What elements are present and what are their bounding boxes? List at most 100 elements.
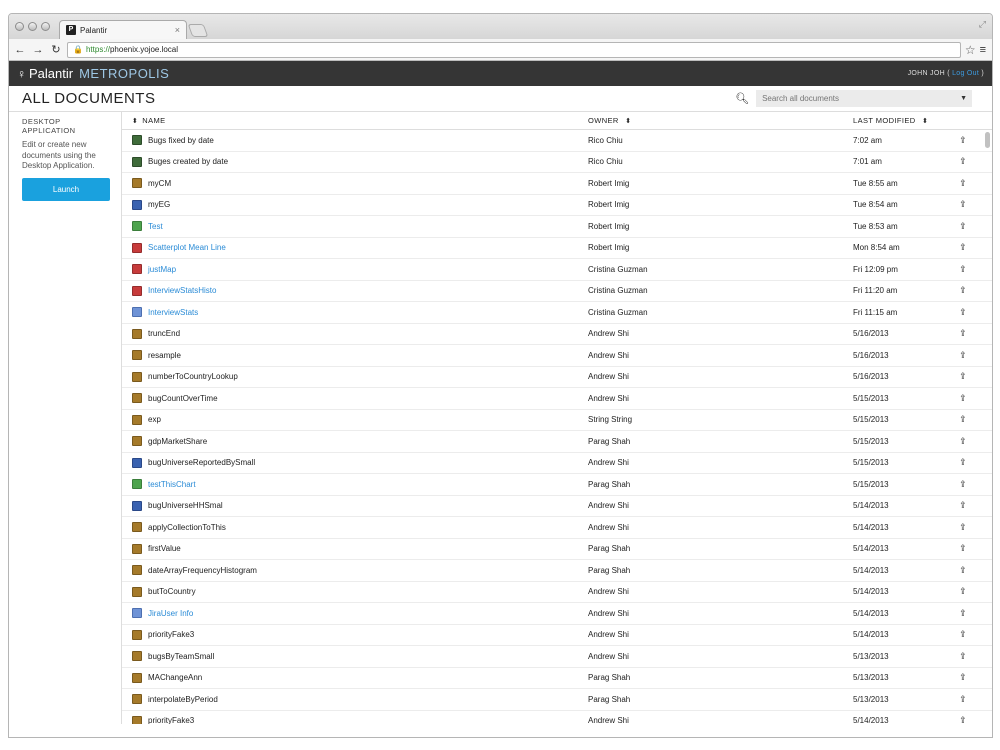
document-name-cell[interactable]: myEG	[122, 199, 588, 210]
share-icon[interactable]: ⇪	[959, 651, 967, 661]
share-icon[interactable]: ⇪	[959, 522, 967, 532]
share-icon[interactable]: ⇪	[959, 608, 967, 618]
share-icon[interactable]: ⇪	[959, 436, 967, 446]
share-icon[interactable]: ⇪	[959, 156, 967, 166]
document-name[interactable]: Buges created by date	[148, 157, 228, 166]
table-row[interactable]: Scatterplot Mean Line Robert Imig Mon 8:54…	[122, 238, 992, 259]
document-name[interactable]: myEG	[148, 200, 170, 209]
table-row[interactable]: bugUniverseHHSmal Andrew Shi 5/14/2013 ⇪	[122, 496, 992, 517]
document-name-cell[interactable]: truncEnd	[122, 328, 588, 339]
bookmark-star-icon[interactable]: ☆	[965, 43, 976, 57]
minimize-window-icon[interactable]	[28, 22, 37, 31]
share-icon[interactable]: ⇪	[959, 393, 967, 403]
header-last-modified[interactable]: LAST MODIFIED ⬍	[853, 116, 948, 125]
share-icon[interactable]: ⇪	[959, 371, 967, 381]
table-row[interactable]: testThisChart Parag Shah 5/15/2013 ⇪	[122, 474, 992, 496]
close-window-icon[interactable]	[15, 22, 24, 31]
share-icon[interactable]: ⇪	[959, 350, 967, 360]
search-dropdown-caret-icon[interactable]: ▼	[960, 95, 967, 102]
document-name[interactable]: firstValue	[148, 544, 181, 553]
document-name-cell[interactable]: Bugs fixed by date	[122, 135, 588, 146]
table-row[interactable]: applyCollectionToThis Andrew Shi 5/14/2013…	[122, 517, 992, 539]
document-name[interactable]: InterviewStatsHisto	[148, 286, 216, 295]
document-name[interactable]: MAChangeAnn	[148, 673, 202, 682]
document-name[interactable]: bugsByTeamSmall	[148, 652, 214, 661]
share-icon[interactable]: ⇪	[959, 307, 967, 317]
table-row[interactable]: JiraUser Info Andrew Shi 5/14/2013 ⇪	[122, 603, 992, 625]
document-name[interactable]: priorityFake3	[148, 716, 194, 724]
document-name[interactable]: priorityFake3	[148, 630, 194, 639]
browser-menu-icon[interactable]: ≡	[980, 44, 986, 56]
share-icon[interactable]: ⇪	[959, 221, 967, 231]
back-arrow-icon[interactable]: ←	[13, 44, 27, 56]
document-name-cell[interactable]: Test	[122, 221, 588, 232]
table-row[interactable]: justMap Cristina Guzman Fri 12:09 pm ⇪	[122, 259, 992, 281]
brand[interactable]: ♀ Palantir METROPOLIS	[17, 66, 169, 81]
document-name-cell[interactable]: priorityFake3	[122, 715, 588, 724]
document-name[interactable]: JiraUser Info	[148, 609, 193, 618]
document-name[interactable]: testThisChart	[148, 480, 196, 489]
table-row[interactable]: bugsByTeamSmall Andrew Shi 5/13/2013 ⇪	[122, 646, 992, 668]
table-row[interactable]: Test Robert Imig Tue 8:53 am ⇪	[122, 216, 992, 238]
document-name[interactable]: interpolateByPeriod	[148, 695, 218, 704]
table-row[interactable]: resample Andrew Shi 5/16/2013 ⇪	[122, 345, 992, 367]
document-name[interactable]: Test	[148, 222, 163, 231]
table-row[interactable]: truncEnd Andrew Shi 5/16/2013 ⇪	[122, 324, 992, 345]
document-name-cell[interactable]: bugsByTeamSmall	[122, 651, 588, 662]
maximize-window-icon[interactable]	[41, 22, 50, 31]
document-name[interactable]: bugCountOverTime	[148, 394, 218, 403]
document-name-cell[interactable]: resample	[122, 350, 588, 361]
share-icon[interactable]: ⇪	[959, 285, 967, 295]
table-row[interactable]: myEG Robert Imig Tue 8:54 am ⇪	[122, 195, 992, 216]
share-icon[interactable]: ⇪	[959, 694, 967, 704]
document-name-cell[interactable]: myCM	[122, 178, 588, 189]
document-name[interactable]: resample	[148, 351, 181, 360]
document-name[interactable]: bugUniverseHHSmal	[148, 501, 223, 510]
share-icon[interactable]: ⇪	[959, 199, 967, 209]
address-bar[interactable]: 🔒 https:// phoenix.yojoe.local	[67, 41, 961, 58]
table-row[interactable]: InterviewStatsHisto Cristina Guzman Fri 11…	[122, 281, 992, 302]
share-icon[interactable]: ⇪	[959, 629, 967, 639]
logout-link[interactable]: Log Out	[952, 70, 979, 77]
document-name-cell[interactable]: gdpMarketShare	[122, 436, 588, 447]
fullscreen-icon[interactable]: ⤢	[979, 19, 986, 30]
share-icon[interactable]: ⇪	[959, 135, 967, 145]
document-name-cell[interactable]: JiraUser Info	[122, 608, 588, 619]
share-icon[interactable]: ⇪	[959, 414, 967, 424]
document-name-cell[interactable]: applyCollectionToThis	[122, 522, 588, 533]
document-name-cell[interactable]: numberToCountryLookup	[122, 371, 588, 382]
document-name-cell[interactable]: MAChangeAnn	[122, 672, 588, 683]
document-name[interactable]: applyCollectionToThis	[148, 523, 226, 532]
share-icon[interactable]: ⇪	[959, 565, 967, 575]
share-icon[interactable]: ⇪	[959, 264, 967, 274]
table-row[interactable]: Buges created by date Rico Chiu 7:01 am ⇪	[122, 152, 992, 173]
document-name[interactable]: butToCountry	[148, 587, 196, 596]
table-row[interactable]: numberToCountryLookup Andrew Shi 5/16/2013…	[122, 367, 992, 388]
document-name[interactable]: exp	[148, 415, 161, 424]
table-row[interactable]: firstValue Parag Shah 5/14/2013 ⇪	[122, 539, 992, 560]
table-row[interactable]: exp String String 5/15/2013 ⇪	[122, 410, 992, 431]
document-name-cell[interactable]: InterviewStats	[122, 307, 588, 318]
share-icon[interactable]: ⇪	[959, 328, 967, 338]
share-icon[interactable]: ⇪	[959, 479, 967, 489]
header-name[interactable]: ⬍ NAME	[122, 116, 588, 125]
table-row[interactable]: bugUniverseReportedBySmall Andrew Shi 5/15…	[122, 453, 992, 474]
document-name-cell[interactable]: Scatterplot Mean Line	[122, 242, 588, 253]
document-name[interactable]: myCM	[148, 179, 171, 188]
document-name[interactable]: Scatterplot Mean Line	[148, 243, 226, 252]
scrollbar-thumb[interactable]	[985, 132, 990, 148]
table-row[interactable]: butToCountry Andrew Shi 5/14/2013 ⇪	[122, 582, 992, 603]
document-name[interactable]: gdpMarketShare	[148, 437, 207, 446]
document-name-cell[interactable]: bugCountOverTime	[122, 393, 588, 404]
table-row[interactable]: priorityFake3 Andrew Shi 5/14/2013 ⇪	[122, 625, 992, 646]
table-row[interactable]: dateArrayFrequencyHistogram Parag Shah 5/1…	[122, 560, 992, 582]
document-name-cell[interactable]: justMap	[122, 264, 588, 275]
new-tab-button[interactable]	[187, 24, 209, 37]
share-icon[interactable]: ⇪	[959, 586, 967, 596]
share-icon[interactable]: ⇪	[959, 500, 967, 510]
document-name-cell[interactable]: butToCountry	[122, 586, 588, 597]
document-name-cell[interactable]: exp	[122, 414, 588, 425]
header-owner[interactable]: OWNER ⬍	[588, 116, 853, 125]
document-name-cell[interactable]: testThisChart	[122, 479, 588, 490]
document-name-cell[interactable]: priorityFake3	[122, 629, 588, 640]
